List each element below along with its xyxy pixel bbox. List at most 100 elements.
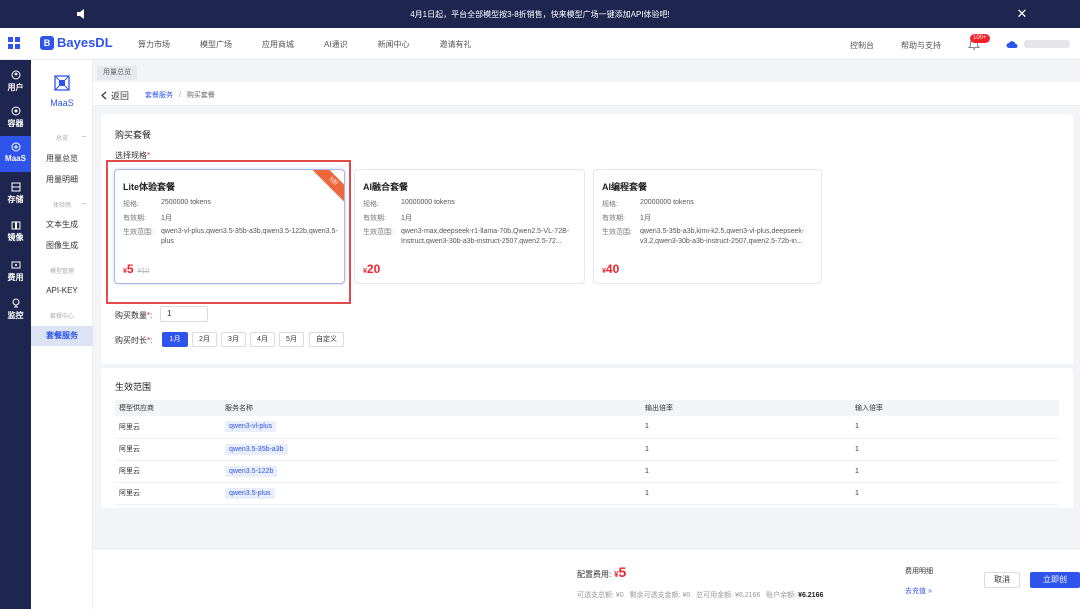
rail-item-storage[interactable]: 存储 [0,176,31,212]
group-collapse-line [82,203,86,204]
create-now-button[interactable]: 立即创建 [1030,572,1080,598]
service-tag[interactable]: qwen3.5-122b [225,465,278,477]
breadcrumb-current: 购买套餐 [186,92,215,99]
group-model-mgmt: 模型管理 [49,269,74,275]
recharge-link[interactable]: 去充值 » [905,586,932,596]
rail-item-billing[interactable]: 费用 [0,254,31,290]
package-spec-row: 规格: 20000000 tokens [602,199,694,208]
table-row: 阿里云 qwen3.5-plus 1 1 [115,482,1059,505]
package-card-lite[interactable]: 5折 Lite体验套餐 规格: 2500000 tokens 有效期: 1月 生效范… [114,169,345,284]
rail-item-maas[interactable]: MaaS [0,136,31,172]
duration-option-1m[interactable]: 1月 [162,332,188,347]
package-scope-label: 生效范围: [363,229,393,236]
sidebar-item-usage-detail[interactable]: 用量明细 [31,170,93,190]
purchase-title: 购买套餐 [115,130,152,140]
nav-news-center[interactable]: 新闻中心 [378,39,410,50]
brand-logo[interactable]: B BayesDL [40,35,113,50]
group-playground: 体验场 [52,203,71,209]
apps-grid-icon[interactable] [8,37,20,49]
image-icon [11,221,20,230]
service-tag[interactable]: qwen3-vl-plus [225,421,277,433]
rail-item-container[interactable]: 容器 [0,100,31,136]
group-collapse-line [82,136,86,137]
col-vendor: 模型供应商 [115,400,221,416]
container-icon [11,106,20,116]
purchase-card: 购买套餐 选择规格* 5折 Lite体验套餐 规格: 2500000 tokens… [101,114,1073,364]
duration-option-4m[interactable]: 4月 [250,332,275,347]
original-price: ¥10 [137,268,150,275]
package-validity-row: 有效期: 1月 [602,215,651,222]
package-scope: qwen3-max,deepseek-r1-llama-70b,Qwen2.5-… [401,228,570,245]
maas-cube-icon [54,75,70,91]
top-header: B BayesDL 算力市场 模型广场 应用商城 AI通识 新闻中心 邀请有礼 … [0,28,1080,60]
group-overview: 总览 [55,136,68,142]
discount-ribbon: 5折 [311,170,344,204]
quantity-input[interactable]: 1 [160,306,208,322]
package-spec-row: 规格: 10000000 tokens [363,199,455,208]
maas-subnav: MaaS 总览 用量总览 用量明细 体验场 文本生成 图像生成 模型管理 API… [31,60,93,609]
back-button[interactable]: 返回 [101,89,129,102]
table-row: 阿里云 qwen3.5-122b 1 1 [115,460,1059,483]
quantity-label: 购买数量*: [115,311,153,320]
duration-label: 购买时长*: [115,336,153,345]
package-name: Lite体验套餐 [123,182,176,192]
user-account-blurred[interactable] [1024,40,1070,48]
sidebar-item-usage-overview[interactable]: 用量总览 [31,149,93,169]
duration-option-5m[interactable]: 5月 [279,332,304,347]
service-tag[interactable]: qwen3.5-plus [225,487,275,499]
main-nav: 算力市场 模型广场 应用商城 AI通识 新闻中心 邀请有礼 [138,28,502,60]
package-scope: qwen3.5-35b-a3b,kimi-k2.5,qwen3-vl-plus,… [640,228,805,245]
breadcrumb: 套餐服务 / 购买套餐 [145,90,215,100]
console-link[interactable]: 控制台 [850,40,874,51]
sidebar-item-package-service[interactable]: 套餐服务 [31,326,93,346]
cost-label: 配置费用: [577,570,612,579]
chevron-left-icon [101,91,107,100]
package-validity-row: 有效期: 1月 [363,215,412,222]
nav-invite[interactable]: 邀请有礼 [440,39,472,50]
sidebar-item-api-key[interactable]: API-KEY [31,281,93,301]
nav-app-store[interactable]: 应用商城 [262,39,294,50]
nav-model-square[interactable]: 模型广场 [200,39,232,50]
storage-icon [11,182,20,192]
rail-item-user[interactable]: 用户 [0,64,31,100]
maas-title: MaaS [50,98,74,108]
scope-table: 模型供应商 服务名称 输出倍率 输入倍率 阿里云 qwen3-vl-plus 1… [115,400,1059,505]
service-tag[interactable]: qwen3.5-35b-a3b [225,443,288,455]
col-input-rate: 输入倍率 [851,400,1059,416]
table-row: 阿里云 qwen3.5-35b-a3b 1 1 [115,438,1059,461]
logo-mark-icon: B [40,35,54,50]
package-scope-label: 生效范围: [602,229,632,236]
help-link[interactable]: 帮助与支持 [901,40,941,51]
announcement-bar: 4月1日起，平台全部模型按3-8折销售，快来模型广场一键添加API体验吧! ✕ [0,0,1080,28]
breadcrumb-bar: 返回 套餐服务 / 购买套餐 [93,82,1080,106]
speaker-icon [77,9,84,19]
package-price: ¥5 ¥10 [123,262,150,276]
spec-label: 选择规格* [115,151,151,160]
cancel-button[interactable]: 取消 [984,572,1020,588]
rail-item-image[interactable]: 镜像 [0,214,31,250]
tab-usage-overview[interactable]: 用量总览 [97,66,137,80]
balance-stats: 可透支总额: ¥0 剩余可透支金额: ¥0 总可用金额: ¥6.2166 账户余… [577,592,824,599]
duration-option-3m[interactable]: 3月 [221,332,246,347]
duration-option-2m[interactable]: 2月 [192,332,217,347]
monitor-icon [12,298,19,308]
maas-icon [11,142,20,152]
cloud-icon [1006,41,1018,48]
group-package-center: 套餐中心 [49,314,74,320]
package-card-ai-coding[interactable]: AI编程套餐 规格: 20000000 tokens 有效期: 1月 生效范围: q… [593,169,822,284]
nav-ai-basics[interactable]: AI通识 [324,39,348,50]
package-name: AI融合套餐 [363,182,409,192]
scope-card: 生效范围 模型供应商 服务名称 输出倍率 输入倍率 阿里云 qwen3-vl-p… [101,368,1073,508]
package-scope: qwen3-vl-plus,qwen3.5-35b-a3b,qwen3.5-12… [161,228,338,245]
sidebar-item-text-gen[interactable]: 文本生成 [31,215,93,235]
col-service: 服务名称 [221,400,641,416]
package-card-ai-fusion[interactable]: AI融合套餐 规格: 10000000 tokens 有效期: 1月 生效范围: q… [354,169,585,284]
nav-compute-market[interactable]: 算力市场 [138,39,170,50]
breadcrumb-parent[interactable]: 套餐服务 [145,92,173,99]
col-output-rate: 输出倍率 [641,400,851,416]
sidebar-item-image-gen[interactable]: 图像生成 [31,236,93,256]
duration-option-custom[interactable]: 自定义 [309,332,344,347]
close-icon[interactable]: ✕ [1014,6,1030,22]
rail-item-monitor[interactable]: 监控 [0,292,31,328]
package-price: ¥40 [602,262,620,276]
